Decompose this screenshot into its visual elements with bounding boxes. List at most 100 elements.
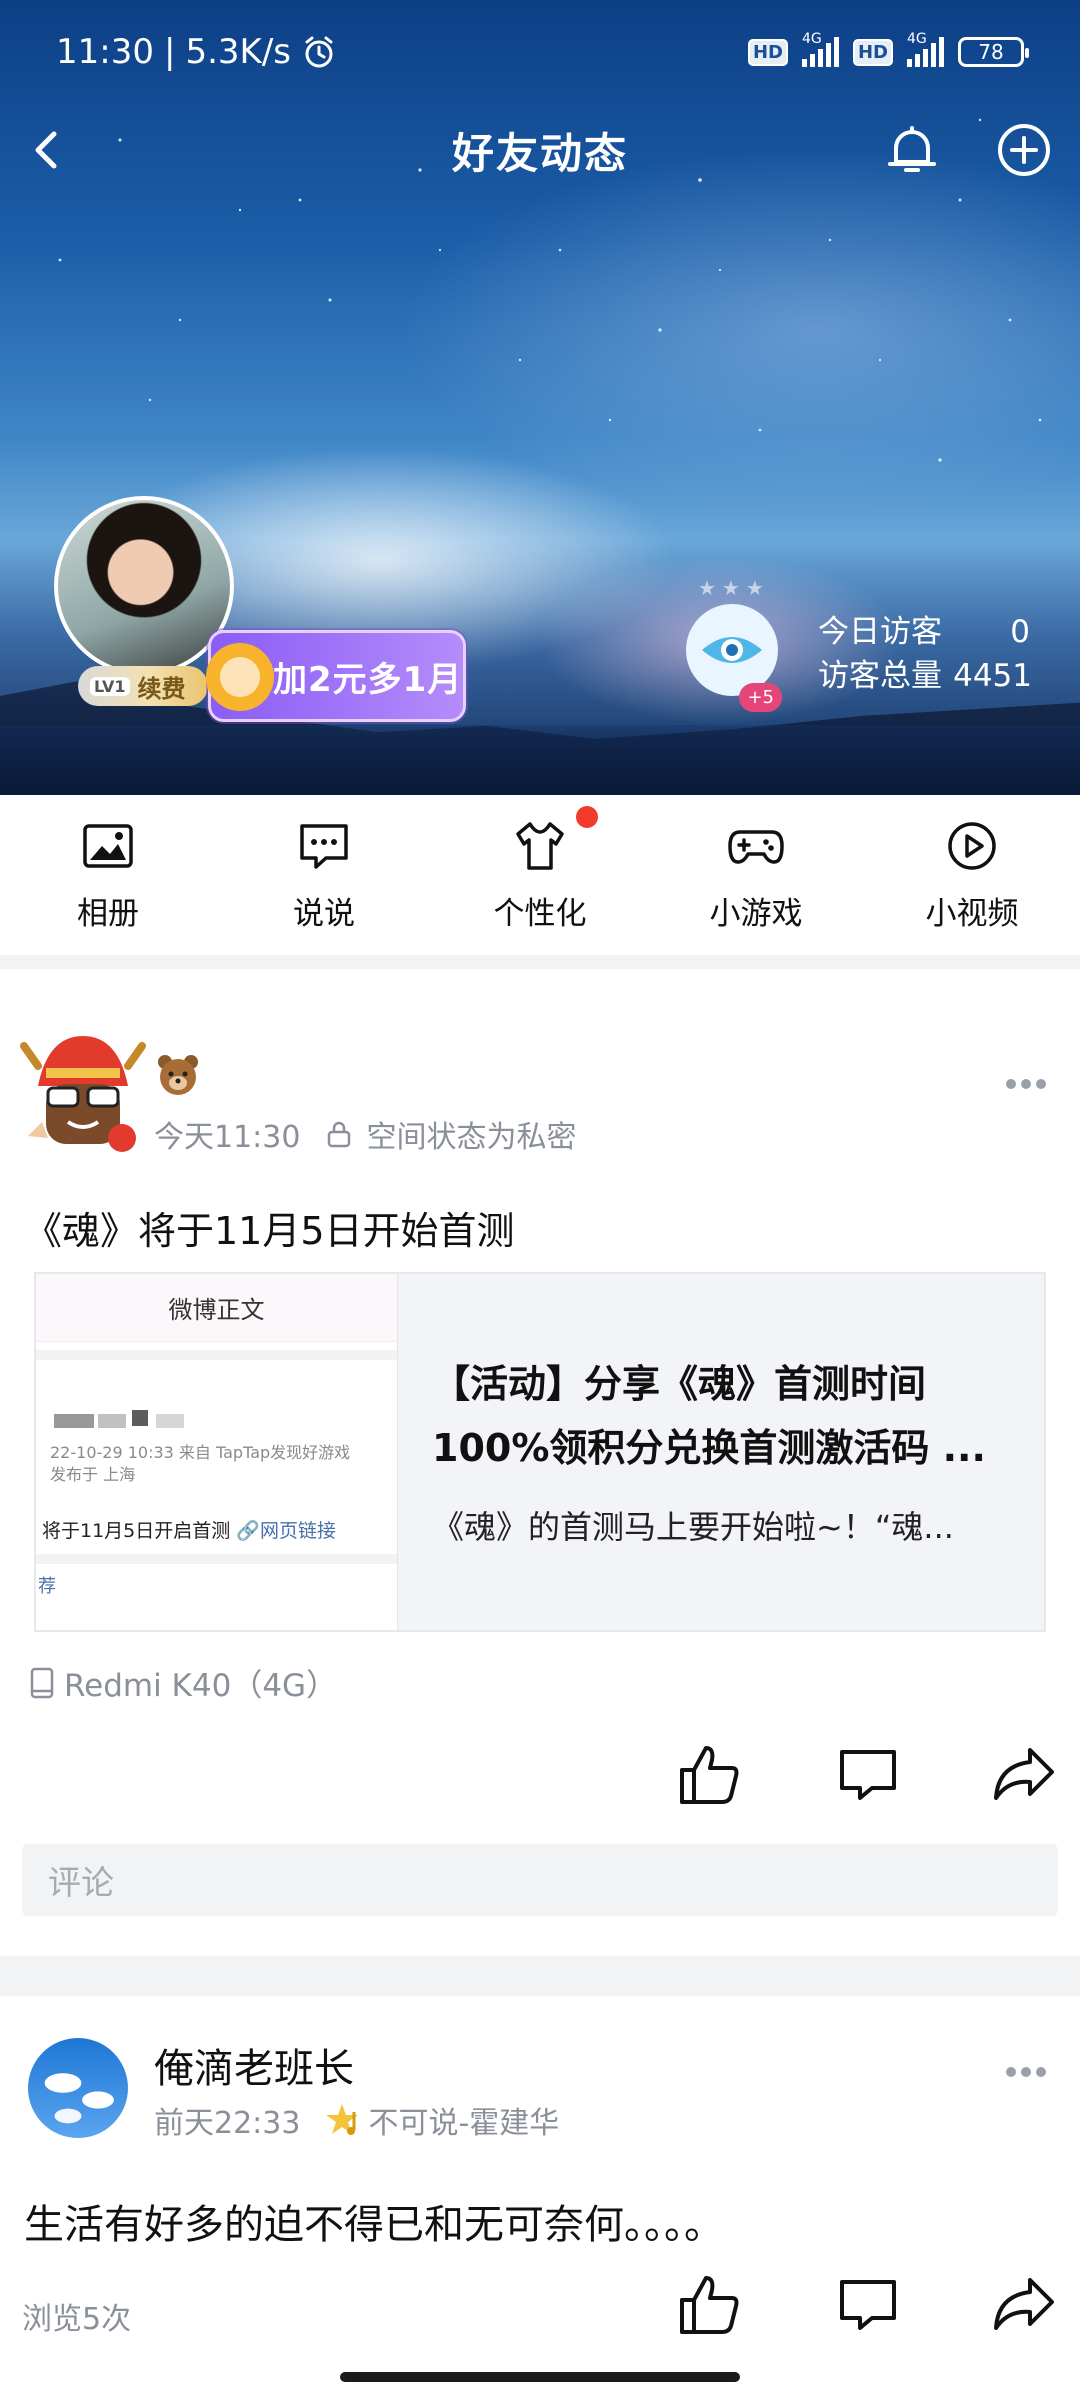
- post2-time: 前天22:33: [154, 2106, 301, 2141]
- post2-meta: 前天22:33 不可说-霍建华: [154, 2098, 559, 2142]
- post1-privacy: 空间状态为私密: [366, 1120, 577, 1155]
- battery-icon: 78: [958, 37, 1029, 67]
- visitor-stats[interactable]: 今日访客 0 访客总量 4451: [818, 610, 1032, 698]
- thumb-link: 🔗网页链接: [236, 1520, 336, 1542]
- play-circle-icon: [948, 821, 996, 870]
- nav-item-personalize[interactable]: 个性化: [460, 805, 620, 933]
- like-icon[interactable]: [676, 1740, 744, 1808]
- today-visitors-label: 今日访客: [818, 614, 942, 650]
- post2-author-avatar[interactable]: [28, 2038, 128, 2138]
- quick-nav: 相册 说说 个性化 小游戏 小视频: [0, 795, 1080, 955]
- total-visitors-label: 访客总量: [818, 658, 942, 694]
- status-divider: |: [163, 32, 176, 72]
- add-circle-icon[interactable]: [992, 118, 1056, 182]
- album-icon: [83, 823, 133, 868]
- thumb-line-text: 将于11月5日开启首测: [42, 1520, 231, 1542]
- music-star-icon: [326, 2104, 359, 2135]
- alarm-icon: [305, 36, 333, 68]
- phone-icon: [30, 1667, 54, 1698]
- user-avatar[interactable]: [54, 496, 234, 676]
- thumb-header: 微博正文: [36, 1274, 397, 1342]
- shared-link-title-1: 【活动】分享《魂》首测时间: [432, 1362, 927, 1406]
- post2-text: 生活有好多的迫不得已和无可奈何。。。。: [24, 2202, 724, 2248]
- post1-text: 《魂》将于11月5日开始首测: [24, 1209, 515, 1253]
- bear-emoji-icon: [158, 1055, 198, 1095]
- shared-link-thumbnail: 微博正文 22-10-29 10:33 来自 TapTap发现好游戏 发布于 上…: [36, 1274, 398, 1630]
- nav-item-shuoshuo[interactable]: 说说: [244, 818, 404, 933]
- post-divider: [0, 1956, 1080, 1996]
- thumb-blur-block: [156, 1414, 184, 1428]
- comment-icon[interactable]: [834, 1740, 902, 1808]
- hd-badge-1: HD: [747, 38, 788, 66]
- visitor-stars-icon: ★★★: [698, 576, 770, 600]
- shared-link-title-2: 100%领积分兑换首测激活码 ...: [432, 1426, 986, 1470]
- total-visitors-count: 4451: [953, 658, 1032, 694]
- top-bar: 好友动态: [0, 110, 1080, 190]
- visitor-new-badge: +5: [739, 683, 782, 712]
- thumb-rec: 荐: [38, 1576, 56, 1597]
- nav-item-album[interactable]: 相册: [28, 818, 188, 933]
- thumb-blur-block: [98, 1414, 126, 1428]
- lake-reflection: [0, 725, 1080, 795]
- section-divider: [0, 955, 1080, 969]
- thumb-strip: [36, 1554, 397, 1564]
- post2-more-icon[interactable]: [1006, 2062, 1058, 2077]
- nav-item-minivideo[interactable]: 小视频: [892, 818, 1052, 933]
- thumb-link-text: 网页链接: [259, 1520, 336, 1542]
- comment-input[interactable]: 评论: [22, 1844, 1058, 1916]
- hd-badge-2: HD: [852, 38, 893, 66]
- visitor-eye-icon[interactable]: +5: [686, 604, 782, 712]
- status-bar: 11:30 | 5.3K/s HD 4G HD 4G 78: [0, 28, 1080, 76]
- share-icon[interactable]: [990, 2270, 1058, 2338]
- thumb-blur-block: [132, 1410, 148, 1426]
- device-name: Redmi K40（4G）: [64, 1668, 338, 1704]
- signal-icon-1: 4G: [801, 31, 839, 67]
- gamepad-icon: [728, 829, 784, 864]
- promo-text: 加2元多1月: [273, 659, 463, 700]
- status-time: 11:30: [56, 32, 154, 72]
- notification-dot: [576, 805, 598, 828]
- eye-icon: [702, 637, 762, 663]
- nav-item-minigame[interactable]: 小游戏: [676, 818, 836, 933]
- thumb-meta: 22-10-29 10:33 来自 TapTap发现好游戏: [50, 1443, 351, 1462]
- signal-icon-2: 4G: [907, 31, 944, 67]
- nav-label-minigame: 小游戏: [709, 895, 803, 932]
- share-icon[interactable]: [990, 1740, 1058, 1808]
- post1-time: 今天11:30: [154, 1120, 301, 1155]
- lock-icon: [328, 1121, 351, 1148]
- nav-label-album: 相册: [77, 895, 139, 932]
- nav-label-personalize: 个性化: [493, 895, 587, 932]
- post2-actions: [0, 2270, 1080, 2340]
- level-label: LV1: [90, 676, 130, 696]
- shared-link-desc: 《魂》的首测马上要开始啦~！“魂...: [432, 1508, 954, 1546]
- thumb-line: 将于11月5日开启首测 🔗网页链接: [42, 1516, 336, 1543]
- chat-bubble-icon: [300, 823, 348, 869]
- promo-banner[interactable]: 加2元多1月: [205, 630, 466, 722]
- mascot-icon: [205, 633, 275, 713]
- today-visitors-count: 0: [1010, 614, 1030, 650]
- shared-link-body: 【活动】分享《魂》首测时间 100%领积分兑换首测激活码 ... 《魂》的首测马…: [398, 1274, 1044, 1630]
- like-icon[interactable]: [676, 2270, 744, 2338]
- thumb-blur-block: [54, 1414, 94, 1428]
- network-type-1: 4G: [801, 31, 822, 47]
- thumb-strip: [36, 1350, 397, 1360]
- shared-link-card[interactable]: 微博正文 22-10-29 10:33 来自 TapTap发现好游戏 发布于 上…: [34, 1272, 1046, 1632]
- back-icon[interactable]: [20, 122, 76, 178]
- post1-meta: 今天11:30 空间状态为私密: [154, 1112, 576, 1156]
- comment-icon[interactable]: [834, 2270, 902, 2338]
- vip-level-badge[interactable]: LV1 续费: [78, 666, 208, 706]
- nav-label-shuoshuo: 说说: [293, 895, 355, 932]
- bell-icon[interactable]: [880, 118, 944, 182]
- post1-more-icon[interactable]: [1006, 1074, 1058, 1089]
- status-speed: 5.3K/s: [185, 32, 291, 72]
- renew-label: 续费: [137, 674, 186, 703]
- network-type-2: 4G: [907, 31, 927, 47]
- tshirt-icon: [516, 821, 564, 870]
- comment-placeholder: 评论: [48, 1863, 114, 1902]
- thumb-location: 发布于 上海: [50, 1465, 136, 1484]
- post2-author-name[interactable]: 俺滴老班长: [154, 2036, 354, 2094]
- home-indicator[interactable]: [340, 2372, 740, 2382]
- post2-music: 不可说-霍建华: [368, 2106, 560, 2141]
- battery-level: 78: [978, 40, 1004, 64]
- post-author-avatar[interactable]: [18, 1026, 148, 1160]
